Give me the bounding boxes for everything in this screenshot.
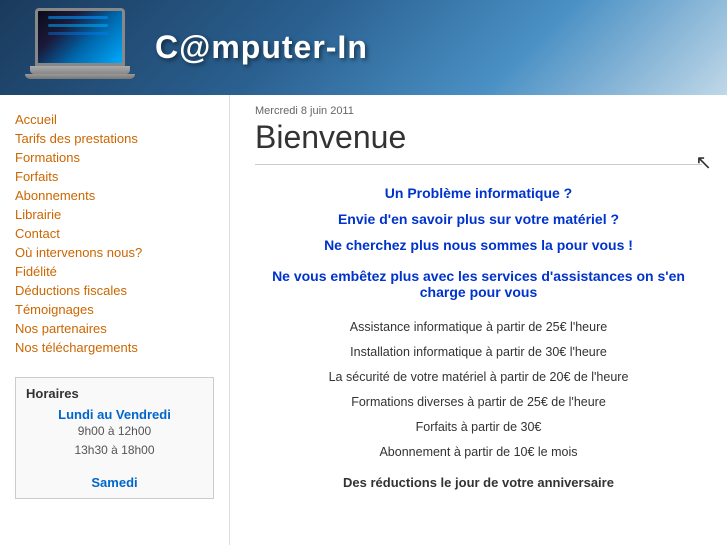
date-text: Mercredi 8 juin 2011 xyxy=(255,105,702,117)
nav-accueil[interactable]: Accueil xyxy=(15,110,214,129)
main-nav: Accueil Tarifs des prestations Formation… xyxy=(15,110,214,357)
nav-deductions[interactable]: Déductions fiscales xyxy=(15,281,214,300)
nav-contact[interactable]: Contact xyxy=(15,224,214,243)
horaires-weekday-hours: 9h00 à 12h00 13h30 à 18h00 xyxy=(26,422,203,460)
page-title: Bienvenue xyxy=(255,119,702,165)
site-title: C@mputer-In xyxy=(155,29,368,66)
horaires-box: Horaires Lundi au Vendredi 9h00 à 12h00 … xyxy=(15,377,214,499)
nav-temoignages[interactable]: Témoignages xyxy=(15,300,214,319)
site-header: C@mputer-In xyxy=(0,0,727,95)
logo-area: C@mputer-In xyxy=(20,8,368,88)
nav-telechargements[interactable]: Nos téléchargements xyxy=(15,338,214,357)
service-item: Abonnement à partir de 10€ le mois xyxy=(255,440,702,465)
sidebar: Accueil Tarifs des prestations Formation… xyxy=(0,95,230,545)
promo-line2: Envie d'en savoir plus sur votre matérie… xyxy=(255,211,702,227)
horaires-saturday-label: Samedi xyxy=(26,475,203,490)
laptop-icon xyxy=(20,8,140,88)
nav-formations[interactable]: Formations xyxy=(15,148,214,167)
promo-line1: Un Problème informatique ? xyxy=(255,185,702,201)
promo-line3: Ne cherchez plus nous sommes la pour vou… xyxy=(255,237,702,253)
service-item: Assistance informatique à partir de 25€ … xyxy=(255,315,702,340)
nav-ou[interactable]: Où intervenons nous? xyxy=(15,243,214,262)
promo-line4: Ne vous embêtez plus avec les services d… xyxy=(255,268,702,300)
service-item: Formations diverses à partir de 25€ de l… xyxy=(255,390,702,415)
horaires-title: Horaires xyxy=(26,386,203,401)
nav-librairie[interactable]: Librairie xyxy=(15,205,214,224)
nav-forfaits[interactable]: Forfaits xyxy=(15,167,214,186)
footer-note: Des réductions le jour de votre annivers… xyxy=(255,475,702,490)
service-item: Forfaits à partir de 30€ xyxy=(255,415,702,440)
main-content: ↖ Mercredi 8 juin 2011 Bienvenue Un Prob… xyxy=(230,95,727,545)
cursor-icon: ↖ xyxy=(695,150,712,175)
services-list: Assistance informatique à partir de 25€ … xyxy=(255,315,702,465)
service-item: Installation informatique à partir de 30… xyxy=(255,340,702,365)
nav-abonnements[interactable]: Abonnements xyxy=(15,186,214,205)
nav-tarifs[interactable]: Tarifs des prestations xyxy=(15,129,214,148)
nav-fidelite[interactable]: Fidélité xyxy=(15,262,214,281)
service-item: La sécurité de votre matériel à partir d… xyxy=(255,365,702,390)
nav-partenaires[interactable]: Nos partenaires xyxy=(15,319,214,338)
main-container: Accueil Tarifs des prestations Formation… xyxy=(0,95,727,545)
horaires-weekday-label: Lundi au Vendredi xyxy=(26,407,203,422)
